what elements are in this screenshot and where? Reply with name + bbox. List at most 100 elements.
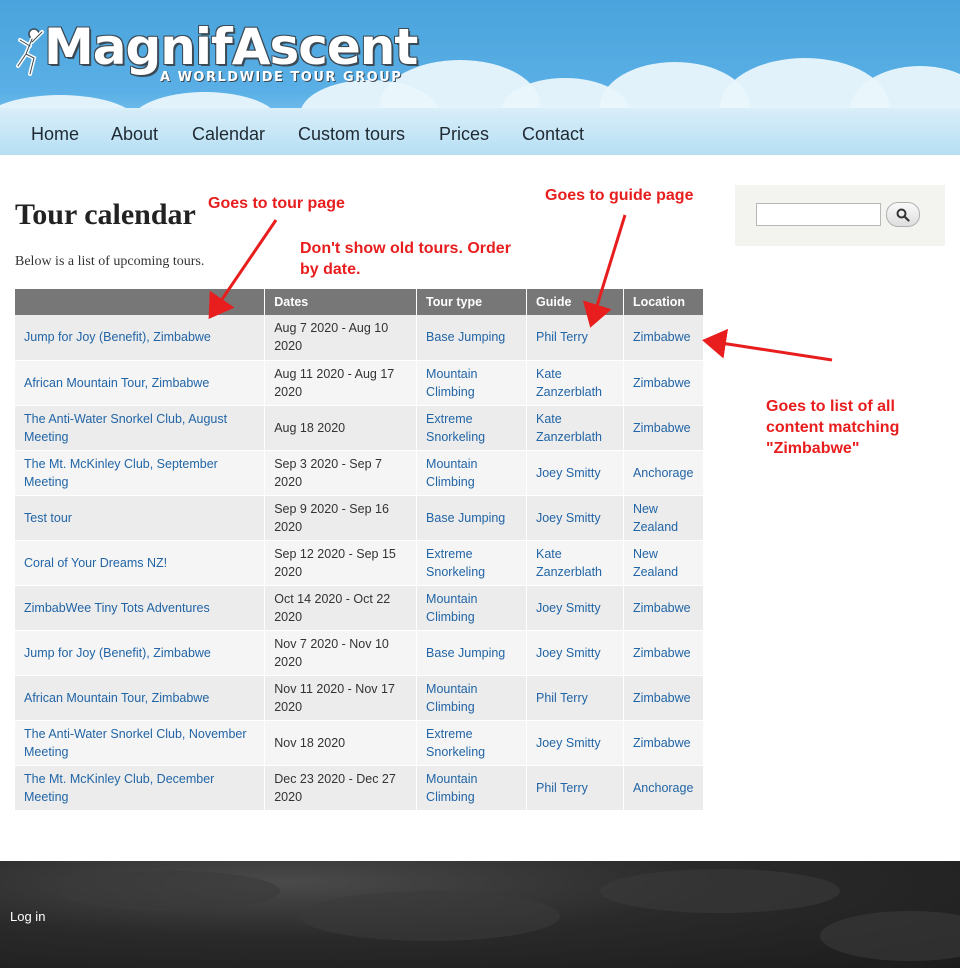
- table-cell-title: Jump for Joy (Benefit), Zimbabwe: [15, 630, 266, 676]
- tour-dates: Aug 7 2020 - Aug 10 2020: [274, 321, 389, 354]
- table-cell-dates: Sep 3 2020 - Sep 7 2020: [264, 450, 418, 496]
- location-link[interactable]: Zimbabwe: [633, 421, 691, 435]
- tour-title-link[interactable]: The Anti-Water Snorkel Club, August Meet…: [24, 412, 227, 444]
- annotation-old-tours-line2: by date.: [300, 261, 361, 278]
- table-cell-title: African Mountain Tour, Zimbabwe: [15, 675, 266, 721]
- tour-type-link[interactable]: Mountain Climbing: [426, 457, 477, 489]
- table-cell-location: Anchorage: [623, 450, 705, 496]
- nav-calendar[interactable]: Calendar: [192, 118, 265, 150]
- table-cell-guide: Kate Zanzerblath: [526, 405, 624, 451]
- header-tour-type: Tour type: [416, 289, 527, 315]
- location-link[interactable]: Zimbabwe: [633, 646, 691, 660]
- annotation-old-tours: Don't show old tours. Order by date.: [300, 238, 511, 280]
- table-row: Test tour Sep 9 2020 - Sep 16 2020 Base Ju…: [15, 495, 705, 541]
- annotation-location-line3: "Zimbabwe": [766, 440, 860, 457]
- tour-type-link[interactable]: Mountain Climbing: [426, 592, 477, 624]
- login-link[interactable]: Log in: [10, 909, 45, 924]
- location-link[interactable]: Zimbabwe: [633, 736, 691, 750]
- table-cell-guide: Phil Terry: [526, 315, 624, 361]
- page-title: Tour calendar: [15, 198, 196, 231]
- table-cell-title: Test tour: [15, 495, 266, 541]
- tour-type-link[interactable]: Extreme Snorkeling: [426, 547, 485, 579]
- search-button[interactable]: [886, 202, 920, 227]
- table-cell-guide: Phil Terry: [526, 765, 624, 811]
- tour-type-link[interactable]: Mountain Climbing: [426, 367, 477, 399]
- location-link[interactable]: Zimbabwe: [633, 330, 691, 344]
- header-dates: Dates: [264, 289, 418, 315]
- tour-title-link[interactable]: Test tour: [24, 511, 72, 525]
- tour-type-link[interactable]: Mountain Climbing: [426, 772, 477, 804]
- table-cell-location: Zimbabwe: [623, 360, 705, 406]
- header-title: [15, 289, 266, 315]
- arrow-to-location: [702, 328, 833, 362]
- tour-title-link[interactable]: The Mt. McKinley Club, December Meeting: [24, 772, 214, 804]
- tour-type-link[interactable]: Base Jumping: [426, 511, 505, 525]
- search-block: [735, 185, 945, 246]
- location-link[interactable]: Anchorage: [633, 781, 693, 795]
- table-cell-type: Mountain Climbing: [416, 585, 527, 631]
- location-link[interactable]: Zimbabwe: [633, 601, 691, 615]
- location-link[interactable]: Zimbabwe: [633, 376, 691, 390]
- table-cell-type: Extreme Snorkeling: [416, 720, 527, 766]
- table-cell-title: Coral of Your Dreams NZ!: [15, 540, 266, 586]
- tour-dates: Aug 18 2020: [274, 420, 346, 435]
- table-cell-location: Zimbabwe: [623, 630, 705, 676]
- tour-title-link[interactable]: The Anti-Water Snorkel Club, November Me…: [24, 727, 247, 759]
- guide-link[interactable]: Phil Terry: [536, 781, 588, 795]
- table-cell-dates: Aug 18 2020: [264, 405, 418, 451]
- tour-title-link[interactable]: Coral of Your Dreams NZ!: [24, 556, 167, 570]
- guide-link[interactable]: Joey Smitty: [536, 511, 601, 525]
- table-cell-guide: Joey Smitty: [526, 585, 624, 631]
- tour-title-link[interactable]: Jump for Joy (Benefit), Zimbabwe: [24, 646, 211, 660]
- tour-title-link[interactable]: African Mountain Tour, Zimbabwe: [24, 691, 209, 705]
- table-row: The Mt. McKinley Club, September Meeting…: [15, 450, 705, 496]
- site-footer: Log in: [0, 861, 960, 968]
- guide-link[interactable]: Joey Smitty: [536, 646, 601, 660]
- table-cell-dates: Oct 14 2020 - Oct 22 2020: [264, 585, 418, 631]
- nav-contact[interactable]: Contact: [522, 118, 584, 150]
- guide-link[interactable]: Kate Zanzerblath: [536, 547, 602, 579]
- nav-custom-tours[interactable]: Custom tours: [298, 118, 405, 150]
- table-cell-location: Zimbabwe: [623, 675, 705, 721]
- location-link[interactable]: New Zealand: [633, 502, 678, 534]
- guide-link[interactable]: Phil Terry: [536, 691, 588, 705]
- table-cell-type: Base Jumping: [416, 315, 527, 361]
- tour-type-link[interactable]: Base Jumping: [426, 646, 505, 660]
- table-cell-type: Base Jumping: [416, 495, 527, 541]
- search-input[interactable]: [756, 203, 881, 226]
- table-row: African Mountain Tour, Zimbabwe Nov 11 20…: [15, 675, 705, 721]
- guide-link[interactable]: Joey Smitty: [536, 736, 601, 750]
- guide-link[interactable]: Kate Zanzerblath: [536, 367, 602, 399]
- table-cell-guide: Joey Smitty: [526, 720, 624, 766]
- tour-title-link[interactable]: Jump for Joy (Benefit), Zimbabwe: [24, 330, 211, 344]
- guide-link[interactable]: Kate Zanzerblath: [536, 412, 602, 444]
- location-link[interactable]: Anchorage: [633, 466, 693, 480]
- location-link[interactable]: New Zealand: [633, 547, 678, 579]
- nav-home[interactable]: Home: [31, 118, 79, 150]
- guide-link[interactable]: Joey Smitty: [536, 466, 601, 480]
- table-cell-title: African Mountain Tour, Zimbabwe: [15, 360, 266, 406]
- tour-type-link[interactable]: Base Jumping: [426, 330, 505, 344]
- table-cell-title: The Mt. McKinley Club, December Meeting: [15, 765, 266, 811]
- annotation-guide-page: Goes to guide page: [545, 187, 694, 204]
- table-cell-type: Mountain Climbing: [416, 675, 527, 721]
- table-cell-title: ZimbabWee Tiny Tots Adventures: [15, 585, 266, 631]
- annotation-old-tours-line1: Don't show old tours. Order: [300, 240, 511, 257]
- tour-title-link[interactable]: The Mt. McKinley Club, September Meeting: [24, 457, 218, 489]
- annotation-tour-page: Goes to tour page: [208, 195, 345, 212]
- annotation-location: Goes to list of all content matching "Zi…: [766, 396, 899, 459]
- tour-type-link[interactable]: Extreme Snorkeling: [426, 412, 485, 444]
- page-intro: Below is a list of upcoming tours.: [15, 254, 205, 269]
- table-cell-dates: Aug 7 2020 - Aug 10 2020: [264, 315, 418, 361]
- tour-title-link[interactable]: ZimbabWee Tiny Tots Adventures: [24, 601, 210, 615]
- tour-type-link[interactable]: Mountain Climbing: [426, 682, 477, 714]
- tour-type-link[interactable]: Extreme Snorkeling: [426, 727, 485, 759]
- table-cell-dates: Sep 9 2020 - Sep 16 2020: [264, 495, 418, 541]
- guide-link[interactable]: Joey Smitty: [536, 601, 601, 615]
- table-cell-type: Extreme Snorkeling: [416, 540, 527, 586]
- tour-title-link[interactable]: African Mountain Tour, Zimbabwe: [24, 376, 209, 390]
- location-link[interactable]: Zimbabwe: [633, 691, 691, 705]
- nav-prices[interactable]: Prices: [439, 118, 489, 150]
- guide-link[interactable]: Phil Terry: [536, 330, 588, 344]
- nav-about[interactable]: About: [111, 118, 158, 150]
